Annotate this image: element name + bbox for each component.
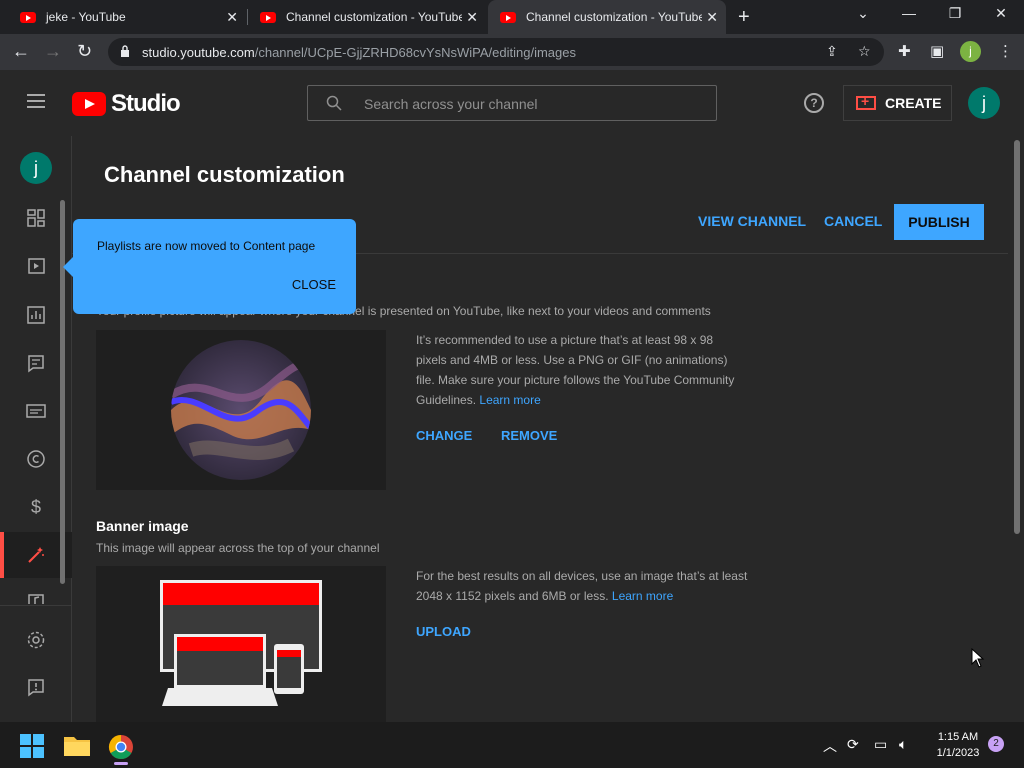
logo-text: Studio xyxy=(111,90,181,117)
comments-icon[interactable] xyxy=(26,353,46,373)
clock-time: 1:15 AM xyxy=(937,731,979,743)
url-host: studio.youtube.com xyxy=(142,45,255,60)
create-button[interactable]: CREATE xyxy=(843,85,952,121)
notification-badge[interactable]: 2 xyxy=(988,736,1004,752)
remove-picture-button[interactable]: REMOVE xyxy=(501,428,557,443)
picture-info: It’s recommended to use a picture that’s… xyxy=(416,330,746,410)
account-avatar[interactable]: j xyxy=(968,87,1000,119)
tab-title: jeke - YouTube xyxy=(46,10,126,24)
page-title: Channel customization xyxy=(104,162,345,187)
earn-icon[interactable]: $ xyxy=(26,497,46,517)
close-tab-icon[interactable]: ✕ xyxy=(466,9,478,26)
banner-description: This image will appear across the top of… xyxy=(96,541,380,555)
youtube-logo-icon xyxy=(72,92,106,116)
tab-title: Channel customization - YouTube xyxy=(286,10,462,24)
chrome-active-indicator xyxy=(114,762,128,765)
banner-info-text: For the best results on all devices, use… xyxy=(416,569,748,603)
minimize-icon[interactable]: — xyxy=(886,5,932,21)
banner-devices-illustration xyxy=(160,580,322,706)
banner-preview xyxy=(96,566,386,722)
picture-info-text: It’s recommended to use a picture that’s… xyxy=(416,333,735,407)
tab-title: Channel customization - YouTube xyxy=(526,10,702,24)
reload-icon[interactable]: ↻ xyxy=(77,41,92,62)
create-label: CREATE xyxy=(885,95,942,111)
banner-heading: Banner image xyxy=(96,518,189,534)
tab-search-icon[interactable]: ⌄ xyxy=(840,5,886,22)
browser-tab-3[interactable]: Channel customization - YouTube ✕ xyxy=(488,0,726,34)
subtitles-icon[interactable] xyxy=(26,401,46,421)
volume-icon[interactable]: 🔈︎ xyxy=(899,736,907,753)
lock-icon xyxy=(121,45,129,57)
network-icon[interactable]: ▭ xyxy=(874,736,887,753)
banner-info: For the best results on all devices, use… xyxy=(416,566,756,606)
popup-message: Playlists are now moved to Content page xyxy=(97,239,316,253)
restore-icon[interactable]: ❐ xyxy=(932,5,978,22)
upload-banner-button[interactable]: UPLOAD xyxy=(416,624,471,639)
youtube-favicon-icon xyxy=(260,11,276,23)
address-bar[interactable]: studio.youtube.com/channel/UCpE-GjjZRHD6… xyxy=(108,38,884,66)
search-icon xyxy=(326,95,342,111)
picture-learn-more-link[interactable]: Learn more xyxy=(479,393,540,407)
channel-avatar[interactable]: j xyxy=(20,152,52,184)
settings-icon[interactable] xyxy=(26,630,46,650)
url-path: /channel/UCpE-GjjZRHD68cvYsNsWiPA/editin… xyxy=(254,45,576,60)
menu-hamburger-icon[interactable] xyxy=(27,94,45,108)
profile-picture-image xyxy=(171,340,311,480)
windows-start-icon[interactable] xyxy=(20,734,44,758)
search-placeholder: Search across your channel xyxy=(364,96,538,112)
browser-tab-bar: jeke - YouTube ✕ Channel customization -… xyxy=(0,0,1024,34)
forward-icon[interactable]: → xyxy=(44,41,62,62)
feedback-icon[interactable] xyxy=(26,677,46,697)
browser-menu-icon[interactable]: ⋮ xyxy=(998,42,1013,60)
youtube-favicon-icon xyxy=(500,11,516,23)
banner-learn-more-link[interactable]: Learn more xyxy=(612,589,673,603)
studio-logo[interactable]: Studio xyxy=(72,90,181,118)
mouse-cursor-icon xyxy=(971,648,985,668)
back-icon[interactable]: ← xyxy=(12,41,30,62)
audio-library-icon[interactable] xyxy=(26,592,46,604)
share-icon[interactable]: ⇪ xyxy=(826,43,838,60)
popup-close-button[interactable]: CLOSE xyxy=(292,277,336,292)
sidebar-divider xyxy=(0,605,72,606)
view-channel-button[interactable]: VIEW CHANNEL xyxy=(698,213,806,229)
system-clock[interactable]: 1:15 AM 1/1/2023 xyxy=(928,729,988,761)
browser-profile-avatar[interactable]: j xyxy=(960,41,981,62)
change-picture-button[interactable]: CHANGE xyxy=(416,428,472,443)
copyright-icon[interactable] xyxy=(26,449,46,469)
window-close-icon[interactable]: ✕ xyxy=(978,5,1024,22)
sync-icon[interactable]: ⟳ xyxy=(847,736,859,753)
file-explorer-icon[interactable] xyxy=(64,734,90,756)
dashboard-icon[interactable] xyxy=(26,208,46,228)
url-text: studio.youtube.com/channel/UCpE-GjjZRHD6… xyxy=(142,45,576,60)
chrome-icon[interactable] xyxy=(108,734,134,760)
tray-overflow-icon[interactable]: ︿ xyxy=(823,736,837,756)
youtube-favicon-icon xyxy=(20,11,36,23)
windows-taskbar xyxy=(0,722,1024,768)
analytics-icon[interactable] xyxy=(26,305,46,325)
extensions-icon[interactable]: ✚ xyxy=(898,42,911,60)
side-panel-icon[interactable]: ▣ xyxy=(930,42,944,60)
browser-tab-1[interactable]: jeke - YouTube ✕ xyxy=(8,0,246,34)
close-tab-icon[interactable]: ✕ xyxy=(226,9,238,26)
main-scrollbar[interactable] xyxy=(1014,140,1020,534)
search-input[interactable]: Search across your channel xyxy=(307,85,717,121)
playlists-moved-popup: Playlists are now moved to Content page … xyxy=(63,219,356,314)
content-icon[interactable] xyxy=(26,256,46,276)
cancel-button[interactable]: CANCEL xyxy=(824,213,882,229)
browser-tab-2[interactable]: Channel customization - YouTube ✕ xyxy=(248,0,486,34)
help-icon[interactable]: ? xyxy=(804,93,824,113)
bookmark-star-icon[interactable]: ☆ xyxy=(858,43,871,60)
close-tab-icon[interactable]: ✕ xyxy=(706,9,718,26)
clock-date: 1/1/2023 xyxy=(936,747,980,759)
publish-button[interactable]: PUBLISH xyxy=(894,204,984,240)
create-video-icon xyxy=(856,93,876,110)
new-tab-icon[interactable]: + xyxy=(738,6,750,29)
customization-icon[interactable] xyxy=(26,545,46,565)
